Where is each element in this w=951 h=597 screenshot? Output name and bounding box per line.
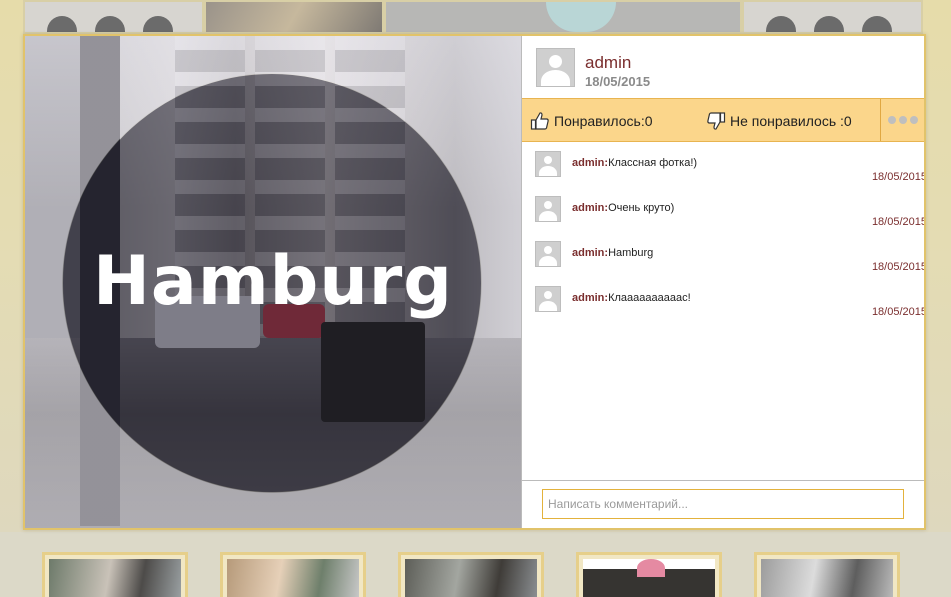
dislike-count: Не понравилось :0: [730, 113, 852, 129]
user-icon: [536, 242, 560, 266]
gallery-thumbnail[interactable]: [754, 552, 900, 597]
comment-text: Очень круто): [608, 202, 675, 214]
dislike-button[interactable]: Не понравилось :0: [706, 110, 852, 132]
more-options-button[interactable]: [888, 114, 918, 126]
comment-date: 18/05/2015: [871, 216, 926, 228]
background-gallery-top: [0, 0, 951, 34]
photo-caption: Hamburg: [93, 242, 453, 321]
avatar[interactable]: [535, 286, 561, 312]
comment-item: admin:Hamburg 18/05/2015: [522, 233, 926, 278]
comment-item: admin:Очень круто) 18/05/2015: [522, 188, 926, 233]
more-dots-icon: [888, 116, 896, 124]
comment-author[interactable]: admin:: [572, 157, 608, 169]
comment-compose: [522, 480, 924, 528]
user-icon: [536, 197, 560, 221]
thumbs-down-icon: [707, 112, 726, 130]
like-button[interactable]: Понравилось:0: [530, 110, 653, 132]
gallery-thumbnail[interactable]: [742, 0, 923, 34]
gallery-thumbnail[interactable]: [220, 552, 366, 597]
comment-text: Классная фотка!): [608, 157, 698, 169]
background-gallery-bottom: [0, 532, 951, 597]
thumbs-up-icon: [530, 112, 549, 130]
avatar[interactable]: [536, 48, 575, 87]
user-icon: [536, 287, 560, 311]
comment-author[interactable]: admin:: [572, 202, 608, 214]
divider: [880, 99, 881, 141]
post-sidebar: admin 18/05/2015 Понравилось:0 Не понрав…: [521, 36, 926, 528]
user-icon: [536, 152, 560, 176]
gallery-thumbnail[interactable]: [204, 0, 384, 34]
comment-item: admin:Клаааааааааас! 18/05/2015: [522, 278, 926, 323]
avatar[interactable]: [535, 241, 561, 267]
post-date: 18/05/2015: [585, 74, 651, 89]
gallery-thumbnail[interactable]: [384, 0, 742, 34]
reactions-bar: Понравилось:0 Не понравилось :0: [522, 98, 924, 142]
comments-list[interactable]: admin:Классная фотка!) 18/05/2015 admin:…: [522, 143, 926, 473]
post-photo: Hamburg: [25, 36, 521, 528]
user-icon: [537, 49, 574, 86]
gallery-thumbnail[interactable]: [23, 0, 204, 34]
gallery-thumbnail[interactable]: [398, 552, 544, 597]
comment-item: admin:Классная фотка!) 18/05/2015: [522, 143, 926, 188]
comment-author[interactable]: admin:: [572, 247, 608, 259]
author-name[interactable]: admin: [585, 53, 631, 73]
like-count: Понравилось:0: [554, 113, 653, 129]
comment-input[interactable]: [542, 489, 904, 519]
photo-viewer-modal: Hamburg admin 18/05/2015 Понравилось:0 Н…: [23, 34, 926, 530]
comment-text: Hamburg: [608, 247, 654, 259]
gallery-thumbnail[interactable]: [42, 552, 188, 597]
comment-date: 18/05/2015: [871, 261, 926, 273]
comment-date: 18/05/2015: [871, 306, 926, 318]
avatar[interactable]: [535, 196, 561, 222]
comment-author[interactable]: admin:: [572, 292, 608, 304]
avatar[interactable]: [535, 151, 561, 177]
post-author: admin 18/05/2015: [522, 36, 924, 98]
gallery-thumbnail[interactable]: [576, 552, 722, 597]
comment-text: Клаааааааааас!: [608, 292, 691, 304]
comment-date: 18/05/2015: [871, 171, 926, 183]
